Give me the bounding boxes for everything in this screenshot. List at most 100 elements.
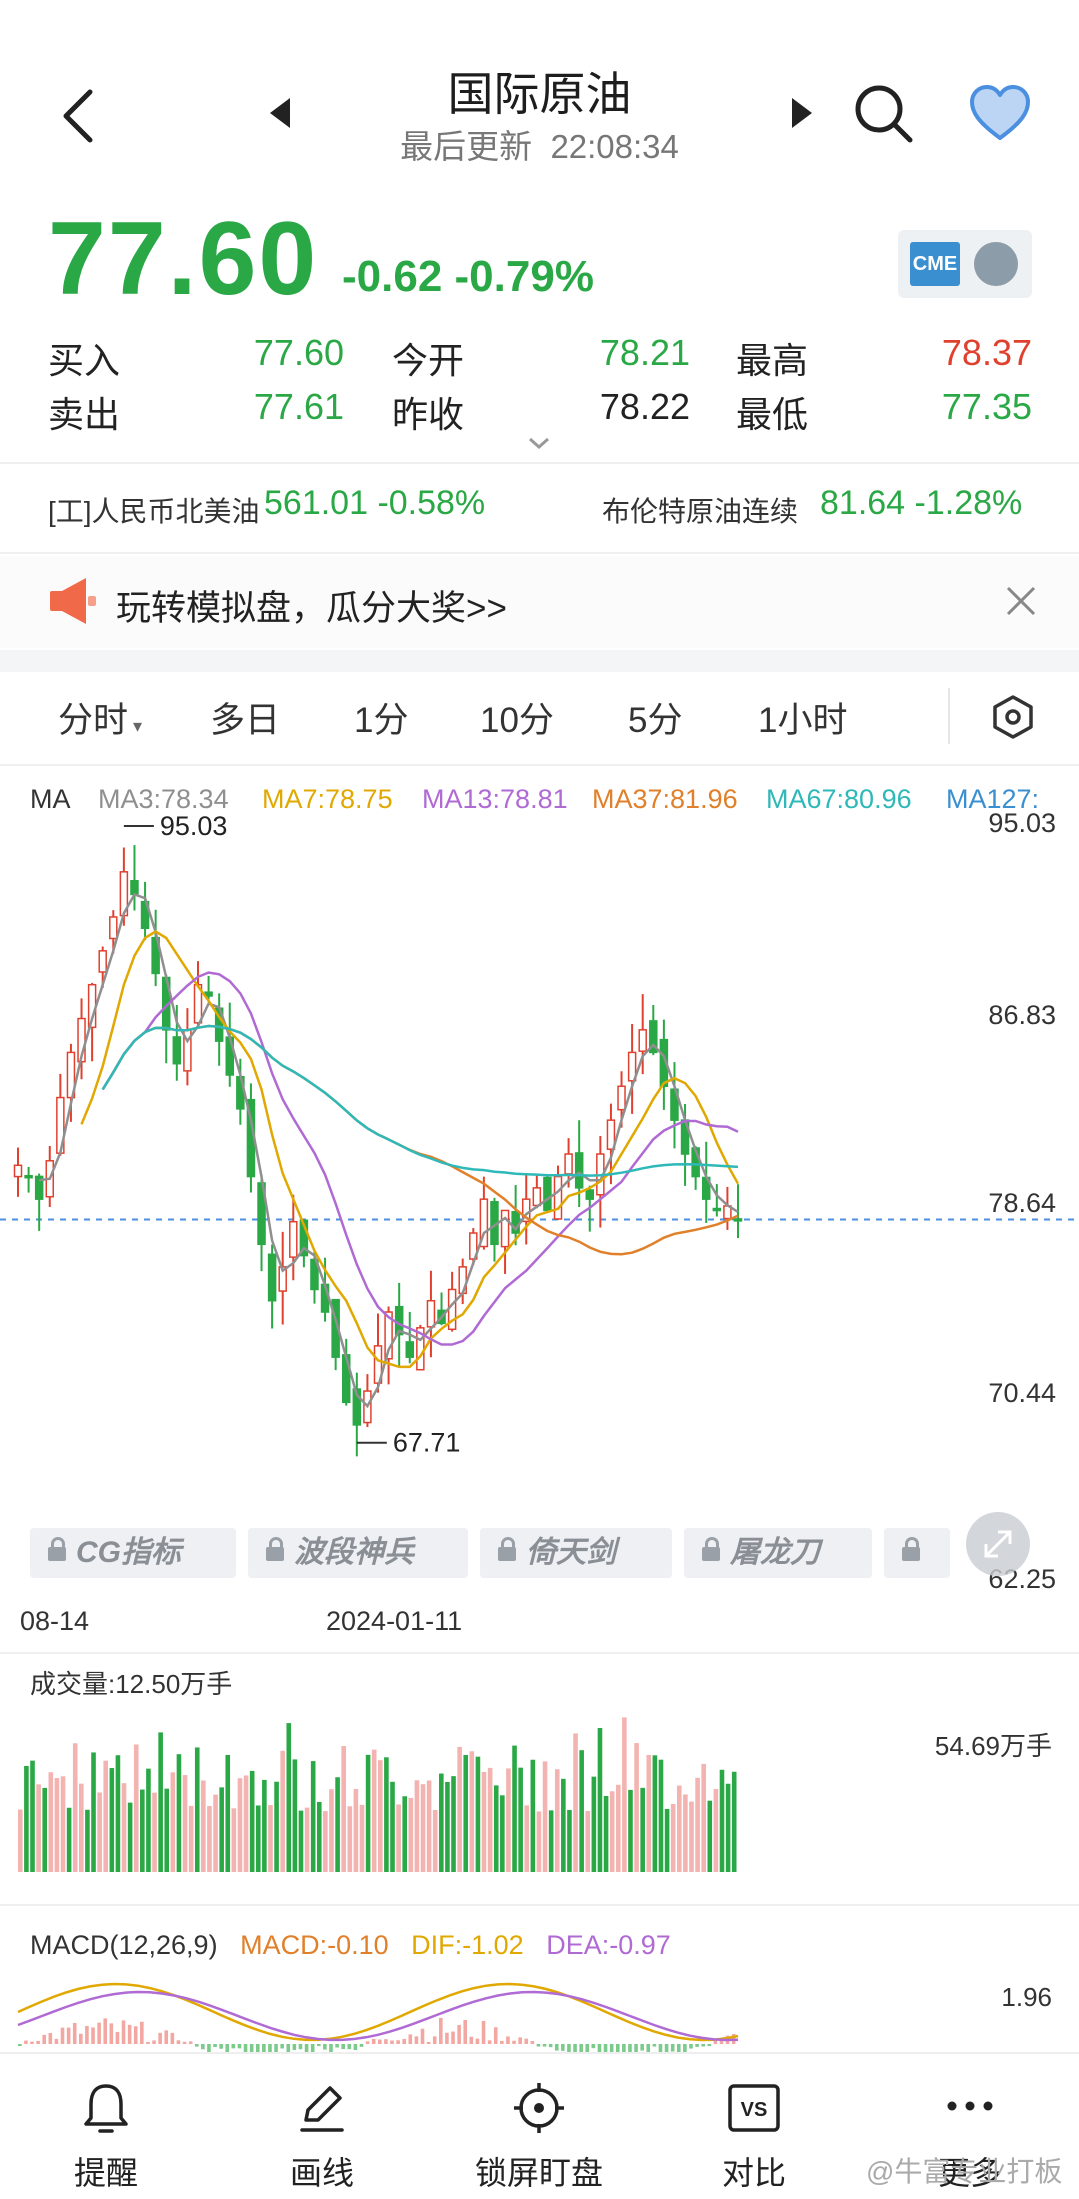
macd-bar (365, 2041, 370, 2044)
open-value: 78.21 (599, 332, 690, 373)
ma13-value: MA13:78.81 (422, 784, 568, 814)
candle-body (24, 1174, 33, 1179)
volume-bar (121, 1783, 127, 1872)
macd-bar (66, 2027, 71, 2044)
macd-bar (133, 2026, 138, 2044)
macd-bar (158, 2032, 162, 2044)
macd-bar (170, 2032, 175, 2044)
tab-1min[interactable]: 1分 (354, 692, 408, 743)
volume-bar (140, 1789, 145, 1872)
macd-bar (609, 2044, 614, 2052)
volume-bar (609, 1791, 615, 1872)
price-axis-label: 78.64 (988, 1188, 1056, 1218)
next-icon[interactable] (792, 98, 812, 128)
tab-time-share[interactable]: 分时 ▾ (58, 692, 142, 743)
pen-icon (300, 2086, 344, 2132)
volume-bar (225, 1754, 231, 1872)
macd-bar (42, 2034, 47, 2044)
macd-bar (396, 2040, 400, 2044)
macd-bar (573, 2044, 577, 2052)
tab-multi-day[interactable]: 多日 (210, 692, 280, 743)
tab-10min[interactable]: 10分 (480, 692, 554, 743)
search-icon[interactable] (852, 82, 916, 146)
settings-icon[interactable] (990, 694, 1036, 740)
volume-bar (237, 1778, 243, 1872)
volume-bar (133, 1744, 139, 1872)
volume-bar (402, 1796, 408, 1872)
volume-chart[interactable] (0, 1700, 1079, 1880)
macd-bar (225, 2044, 230, 2052)
macd-bar (457, 2025, 461, 2044)
volume-bar (591, 1776, 597, 1872)
macd-bar (384, 2039, 388, 2044)
macd-bar (493, 2027, 498, 2044)
macd-bar (329, 2044, 333, 2052)
indicator-button-wave[interactable]: 波段神兵 (248, 1528, 468, 1578)
nav-draw[interactable]: 画线 (252, 2080, 392, 2194)
volume-bar (707, 1800, 713, 1872)
exchange-badge[interactable]: CME (898, 230, 1032, 298)
volume-bar (353, 1788, 359, 1872)
macd-chart[interactable] (0, 1960, 1079, 2052)
candle-body (638, 1029, 647, 1052)
nav-lock-watch[interactable]: 锁屏盯盘 (466, 2080, 612, 2194)
change-value: -0.62 (342, 252, 443, 301)
candlestick-chart[interactable]: 95.03 67.71 (0, 816, 1079, 1556)
macd-bar (341, 2044, 345, 2050)
volume-bar (60, 1776, 66, 1872)
volume-bar (18, 1809, 23, 1872)
candle-body (13, 1164, 23, 1178)
volume-bar (420, 1784, 426, 1872)
macd-bar (274, 2044, 278, 2052)
nav-compare[interactable]: VS 对比 (684, 2080, 824, 2194)
macd-bar (79, 2033, 83, 2044)
candle-body (617, 1085, 626, 1111)
macd-bar (426, 2041, 431, 2044)
macd-bar (524, 2038, 529, 2044)
close-icon[interactable] (1004, 584, 1038, 618)
macd-bar (72, 2022, 77, 2044)
indicator-button-saber[interactable]: 屠龙刀 (684, 1528, 872, 1578)
macd-bar (109, 2023, 114, 2044)
volume-bar (475, 1756, 481, 1872)
volume-bar (280, 1750, 285, 1872)
volume-bar (396, 1804, 401, 1872)
volume-bar (72, 1743, 78, 1872)
indicator-button-sword[interactable]: 倚天剑 (480, 1528, 672, 1578)
target-icon (514, 2083, 564, 2133)
macd-bar (487, 2040, 492, 2044)
macd-bar (439, 2017, 443, 2044)
divider (0, 1904, 1079, 1906)
macd-bar (652, 2044, 657, 2047)
open-label: 今开 (392, 340, 465, 381)
page-title: 国际原油 (447, 68, 632, 120)
macd-bar (585, 2044, 590, 2052)
promo-text[interactable]: 玩转模拟盘，瓜分大奖>> (116, 580, 507, 631)
date-axis-start: 08-14 (20, 1606, 90, 1636)
volume-bar (554, 1769, 560, 1872)
macd-bar (359, 2044, 364, 2047)
macd-bar (146, 2041, 150, 2044)
heart-icon[interactable] (968, 84, 1032, 142)
tab-5min[interactable]: 5分 (628, 692, 682, 743)
macd-bar (237, 2044, 242, 2049)
fullscreen-button[interactable] (966, 1512, 1030, 1576)
indicator-button-cg[interactable]: CG指标 (30, 1528, 236, 1578)
macd-bar (54, 2038, 59, 2044)
chevron-down-icon[interactable] (524, 434, 554, 452)
tab-1hour[interactable]: 1小时 (758, 692, 847, 743)
ma37-value: MA37:81.96 (592, 784, 738, 814)
macd-bar (530, 2040, 535, 2044)
macd-bar (60, 2027, 65, 2044)
macd-bar (579, 2044, 583, 2052)
macd-bar (536, 2044, 541, 2047)
volume-bar (646, 1754, 652, 1872)
volume-bar (518, 1767, 523, 1872)
nav-alert[interactable]: 提醒 (36, 2080, 176, 2194)
macd-bar (518, 2037, 522, 2044)
candle-body (267, 1253, 277, 1302)
indicator-button-more[interactable] (884, 1528, 950, 1578)
volume-bar (713, 1789, 719, 1872)
volume-bar (127, 1802, 133, 1872)
macd-bar (603, 2044, 608, 2052)
